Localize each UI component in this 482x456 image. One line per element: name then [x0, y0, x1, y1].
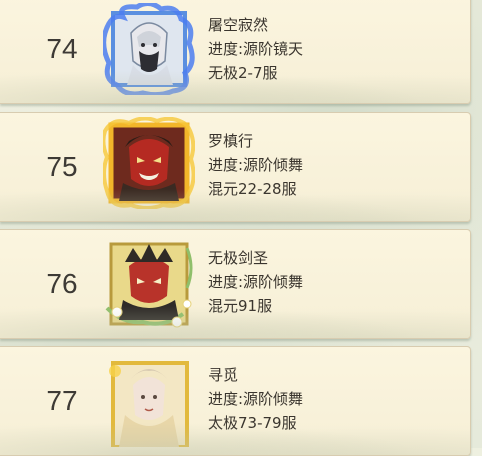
player-avatar: [103, 117, 195, 209]
player-name: 屠空寂然: [208, 16, 269, 34]
player-name: 罗槙行: [208, 132, 254, 150]
ranking-row[interactable]: 75 罗槙行 进度:源阶倾舞 混元22-28服: [0, 112, 471, 222]
ranking-row[interactable]: 77 寻觅 进度:源阶倾舞 太极73-79服: [0, 346, 471, 456]
gold-flame-frame-icon: [103, 117, 195, 209]
player-avatar: [103, 238, 195, 330]
progress-text: 进度:源阶镜天: [208, 40, 304, 58]
player-info: 屠空寂然 进度:源阶镜天 无极2-7服: [208, 13, 303, 85]
ranking-row[interactable]: 76 无极剑圣 进度:源阶倾舞 混元91服: [0, 229, 471, 339]
player-info: 罗槙行 进度:源阶倾舞 混元22-28服: [208, 129, 303, 201]
progress-text: 进度:源阶倾舞: [208, 156, 304, 174]
ranking-row[interactable]: 74 屠空寂然 进度:源阶镜天 无极2-7服: [0, 0, 471, 104]
server-text: 无极2-7服: [208, 64, 278, 82]
gold-frame-icon: [109, 361, 189, 447]
player-avatar: [103, 355, 195, 447]
rank-number: 76: [46, 268, 78, 299]
player-info: 寻觅 进度:源阶倾舞 太极73-79服: [208, 363, 303, 435]
progress-text: 进度:源阶倾舞: [208, 273, 304, 291]
server-text: 太极73-79服: [208, 414, 297, 432]
server-text: 混元91服: [208, 297, 273, 315]
player-info: 无极剑圣 进度:源阶倾舞 混元91服: [208, 246, 303, 318]
player-name: 寻觅: [208, 366, 239, 384]
player-name: 无极剑圣: [208, 249, 269, 267]
rank-number: 74: [46, 33, 78, 64]
server-text: 混元22-28服: [208, 180, 297, 198]
flower-vine-frame-icon: [105, 242, 193, 328]
rank-number: 75: [46, 151, 78, 182]
rank-number: 77: [46, 385, 78, 416]
player-avatar: [103, 3, 195, 95]
blue-flame-frame-icon: [103, 3, 195, 95]
progress-text: 进度:源阶倾舞: [208, 390, 304, 408]
